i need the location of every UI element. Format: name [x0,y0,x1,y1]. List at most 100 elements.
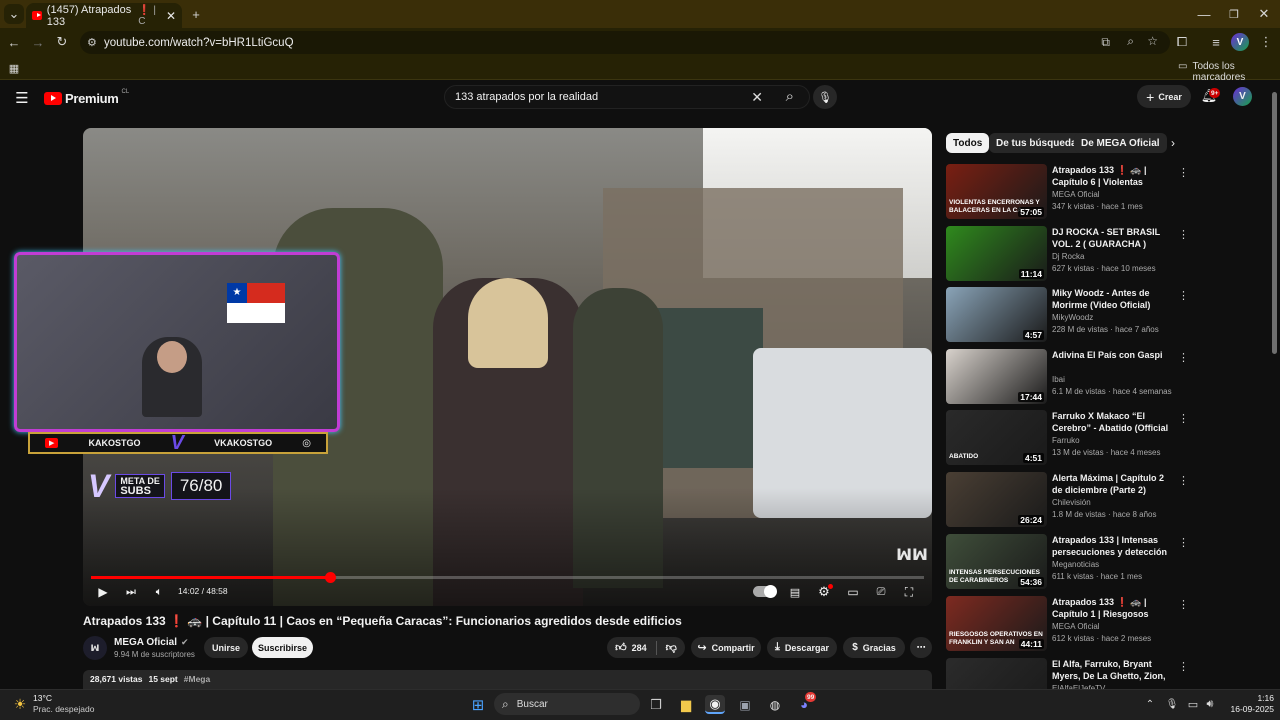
recommendation-title[interactable]: Adivina El País con Gaspi [1052,349,1176,361]
tray-overflow-icon[interactable]: ⌃ [1142,696,1158,712]
share-button[interactable]: ↪ Compartir [691,637,761,658]
more-options-icon[interactable]: ⋮ [1178,228,1189,241]
task-view-icon[interactable]: ❒ [646,695,666,714]
recommendation-channel[interactable]: Meganoticias [1052,560,1176,569]
more-options-icon[interactable]: ⋮ [1178,598,1189,611]
recommendation-item[interactable]: 11:14 DJ ROCKA - SET BRASIL VOL. 2 ( GUAR… [946,226,1189,281]
description-box[interactable]: 28,671 vistas 15 sept #Mega [83,670,932,689]
recommendation-thumbnail[interactable]: 4:57 [946,287,1047,342]
speaker-icon[interactable]: 🔊︎ [1202,696,1218,712]
page-scrollbar[interactable] [1272,92,1277,354]
clock[interactable]: 1:16 16-09-2025 [1222,693,1274,715]
recommendation-title[interactable]: Miky Woodz - Antes de Morirme (Video Ofi… [1052,287,1176,311]
microphone-tray-icon[interactable]: 🎙︎ [1164,696,1180,712]
recommendation-thumbnail[interactable]: VIOLENTAS ENCERRONAS Y BALACERAS EN LA C… [946,164,1047,219]
autoplay-toggle[interactable] [753,585,777,598]
more-options-icon[interactable]: ⋮ [1178,412,1189,425]
fullscreen-icon[interactable]: ⛶ [901,584,917,600]
recommendation-channel[interactable]: MikyWoodz [1052,313,1176,322]
thumbs-down-icon[interactable]: 👎︎ [666,641,677,654]
recommendation-thumbnail[interactable]: 11:14 [946,226,1047,281]
recommendation-item[interactable]: ABATIDO 4:51 Farruko X Makaco “El Cerebro”… [946,410,1189,465]
app-icon-1[interactable]: ▣ [735,695,755,714]
more-options-icon[interactable]: ⋮ [1178,289,1189,302]
site-info-icon[interactable]: ⚙ [87,36,97,49]
chip-all[interactable]: Todos [946,133,990,153]
theater-mode-icon[interactable]: ▭ [845,584,861,600]
recommendation-channel[interactable]: Ibai [1052,375,1176,384]
reload-icon[interactable]: ↻ [52,32,72,52]
subtitles-icon[interactable]: ▤ [787,584,803,600]
recommendation-item[interactable]: 4:57 Miky Woodz - Antes de Morirme (Video… [946,287,1189,342]
extensions-icon[interactable]: ⧠ [1172,32,1192,52]
recommendation-item[interactable]: VIOLENTAS ENCERRONAS Y BALACERAS EN LA C… [946,164,1189,219]
recommendation-thumbnail[interactable]: ABATIDO 4:51 [946,410,1047,465]
more-options-icon[interactable]: ⋮ [1178,166,1189,179]
clear-search-icon[interactable]: ✕ [751,89,763,106]
cast-icon[interactable]: ⎚ [873,584,889,600]
youtube-logo[interactable]: Premium CL [44,89,129,106]
more-options-icon[interactable]: ⋮ [1178,474,1189,487]
channel-name[interactable]: MEGA Oficial ✔ [114,637,189,648]
search-icon[interactable]: ⌕ [786,88,794,105]
more-options-icon[interactable]: ⋮ [1178,536,1189,549]
recommendation-title[interactable]: Atrapados 133 ❗ 🚓 | Capítulo 6 | Violent… [1052,164,1176,188]
start-windows-icon[interactable]: ⊞ [468,695,488,714]
hamburger-menu-icon[interactable]: ☰ [12,88,32,108]
channel-avatar[interactable]: ꟽ [83,636,107,660]
progress-scrubber[interactable] [325,572,337,583]
recommendation-title[interactable]: El Alfa, Farruko, Bryant Myers, De La Gh… [1052,658,1176,682]
media-icon[interactable]: ≡ [1206,32,1226,52]
recommendation-item[interactable]: 26:24 Alerta Máxima | Capítulo 2 de dicie… [946,472,1189,527]
network-icon[interactable]: ▭ [1185,696,1201,712]
recommendation-channel[interactable]: MEGA Oficial [1052,190,1176,199]
tab-search-icon[interactable]: ⌄ [4,4,24,24]
volume-icon[interactable]: 🔈︎ [151,584,167,600]
app-icon-2[interactable]: ◍ [765,695,785,714]
recommendation-title[interactable]: Atrapados 133 | Intensas persecuciones y… [1052,534,1176,558]
chip-from-channel[interactable]: De MEGA Oficial [1074,133,1167,153]
recommendation-thumbnail[interactable]: RIESGOSOS OPERATIVOS EN FRANKLIN Y SAN A… [946,596,1047,651]
recommendation-title[interactable]: Atrapados 133 ❗ 🚓 | Capítulo 1 | Riesgos… [1052,596,1176,620]
recommendation-thumbnail[interactable]: 17:44 [946,349,1047,404]
create-button[interactable]: + Crear [1137,85,1191,108]
recommendation-title[interactable]: DJ ROCKA - SET BRASIL VOL. 2 ( GUARACHA … [1052,226,1176,250]
chrome-menu-icon[interactable]: ⋮ [1256,32,1276,52]
close-window-icon[interactable]: ✕ [1254,4,1274,24]
bookmark-star-icon[interactable]: ☆ [1147,34,1158,48]
next-icon[interactable]: ⏭ [123,584,139,600]
recommendation-channel[interactable]: Chilevisión [1052,498,1176,507]
recommendation-thumbnail[interactable]: 26:24 [946,472,1047,527]
search-input[interactable]: 133 atrapados por la realidad ✕ ⌕ [444,85,810,109]
install-icon[interactable]: ⧉ [1101,35,1110,50]
progress-bar[interactable] [91,572,924,583]
recommendation-channel[interactable]: MEGA Oficial [1052,622,1176,631]
recommendation-title[interactable]: Alerta Máxima | Capítulo 2 de diciembre … [1052,472,1176,496]
recommendation-item[interactable]: 17:44 Adivina El País con Gaspi Ibai 6.1 M … [946,349,1189,404]
chips-next-icon[interactable]: › [1165,134,1181,152]
apps-grid-icon[interactable]: ▦ [4,58,24,78]
join-button[interactable]: Unirse [204,637,248,658]
subscribe-button[interactable]: Suscribirse [252,637,313,658]
recommendation-item[interactable]: INTENSAS PERSECUCIONES DE CARABINEROS 54:… [946,534,1189,589]
more-options-icon[interactable]: ⋮ [1178,660,1189,673]
more-actions-icon[interactable]: ⋯ [910,637,932,658]
back-icon[interactable]: ← [4,32,24,52]
thanks-button[interactable]: $ Gracias [843,637,905,658]
profile-avatar[interactable]: V [1231,33,1249,51]
weather-widget[interactable]: 13°C Prac. despejado [33,693,94,715]
voice-search-icon[interactable]: 🎙 [813,85,837,109]
forward-icon[interactable]: → [28,32,48,52]
file-explorer-icon[interactable]: ▆ [676,695,696,714]
taskbar-search[interactable]: ⌕ Buscar [494,693,640,715]
chrome-taskbar-icon[interactable]: ◉ [705,695,725,714]
zoom-icon[interactable]: ⌕ [1127,34,1134,49]
weather-icon[interactable]: ☀ [10,694,30,714]
browser-tab-active[interactable]: (1457) Atrapados 133 ❗ | C ✕ [26,3,182,28]
minimize-icon[interactable]: — [1194,4,1214,24]
recommendation-title[interactable]: Farruko X Makaco “El Cerebro” - Abatido … [1052,410,1176,434]
recommendation-thumbnail[interactable]: INTENSAS PERSECUCIONES DE CARABINEROS 54:… [946,534,1047,589]
close-tab-icon[interactable]: ✕ [166,9,176,23]
play-icon[interactable]: ▶ [95,584,111,600]
thumbs-up-icon[interactable]: 👍︎ [615,641,627,654]
